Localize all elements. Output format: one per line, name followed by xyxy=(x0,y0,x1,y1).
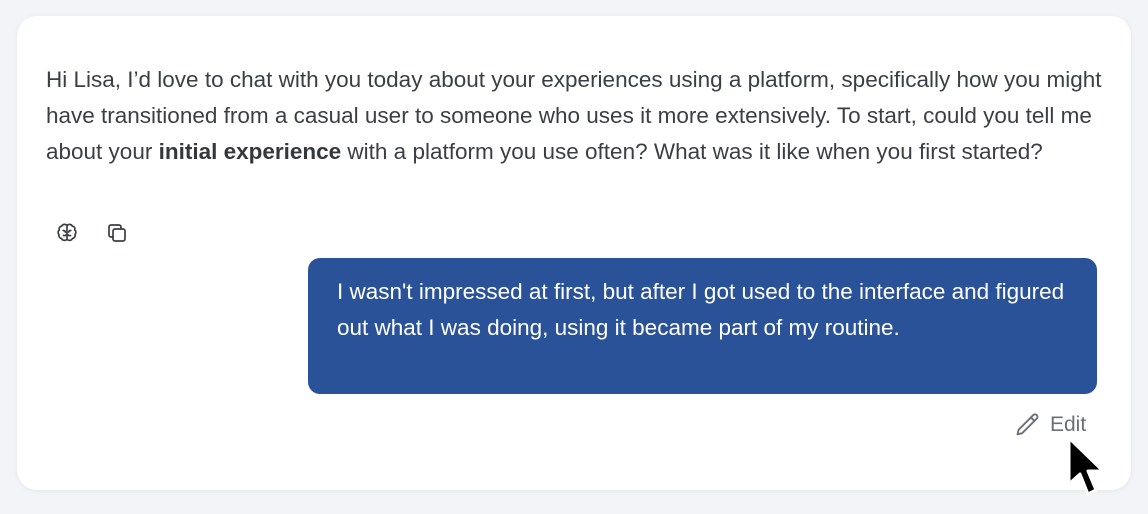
pencil-icon xyxy=(1016,413,1039,436)
assistant-message-text-after: with a platform you use often? What was … xyxy=(341,139,1043,165)
assistant-message-bold-text: initial experience xyxy=(158,139,342,165)
user-message-text: I wasn't impressed at first, but after I… xyxy=(337,279,1065,340)
copy-button[interactable] xyxy=(104,220,130,246)
brain-button[interactable] xyxy=(54,220,80,246)
assistant-message: Hi Lisa, I’d love to chat with you today… xyxy=(46,62,1106,171)
user-message-bubble: I wasn't impressed at first, but after I… xyxy=(308,258,1097,394)
edit-label: Edit xyxy=(1050,413,1087,436)
mouse-pointer-icon xyxy=(1067,436,1105,496)
brain-icon xyxy=(57,223,77,242)
copy-icon xyxy=(108,224,126,242)
